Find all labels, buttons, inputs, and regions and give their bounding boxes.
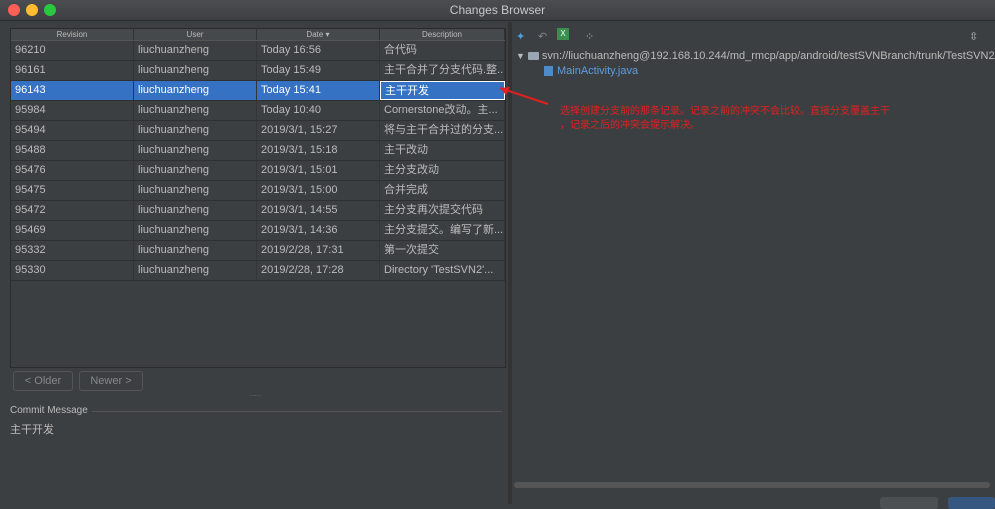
table-row[interactable]: 95332 liuchuanzheng 2019/2/28, 17:31 第一次提交 [11, 241, 505, 261]
cell-date: 2019/3/1, 15:27 [257, 121, 380, 140]
cell-description: 合代码 [380, 41, 505, 60]
folder-icon [527, 52, 539, 61]
cell-user: liuchuanzheng [134, 61, 257, 80]
table-row[interactable]: 96161 liuchuanzheng Today 15:49 主干合并了分支代码.整… [11, 61, 505, 81]
cell-revision: 95332 [11, 241, 134, 260]
cell-revision: 95476 [11, 161, 134, 180]
cell-user: liuchuanzheng [134, 101, 257, 120]
cell-description: 主干开发 [380, 81, 505, 100]
annotation-arrow [499, 87, 549, 105]
cell-description: 主分支再次提交代码 [380, 201, 505, 220]
table-row[interactable]: 96210 liuchuanzheng Today 16:56 合代码 [11, 41, 505, 61]
cell-date: 2019/3/1, 15:01 [257, 161, 380, 180]
cell-date: 2019/3/1, 14:55 [257, 201, 380, 220]
header-date[interactable]: Date ▾ [257, 29, 380, 40]
cell-description: 主分支改动 [380, 161, 505, 180]
cell-date: Today 15:49 [257, 61, 380, 80]
cell-description: 主干合并了分支代码.整... [380, 61, 505, 80]
cell-revision: 95488 [11, 141, 134, 160]
cell-revision: 96161 [11, 61, 134, 80]
window-title: Changes Browser [449, 3, 546, 17]
cell-revision: 96210 [11, 41, 134, 60]
cell-description: 第一次提交 [380, 241, 505, 260]
annotation-line-1: 选择创建分支前的那条记录。记录之前的冲突不会比较。直接分支覆盖主干 [560, 106, 890, 117]
cell-description: Cornerstone改动。主... [380, 101, 505, 120]
cell-description: 主分支提交。编写了新... [380, 221, 505, 240]
cell-revision: 95469 [11, 221, 134, 240]
commit-message-label: Commit Message [10, 405, 88, 416]
cell-revision: 96143 [11, 81, 134, 100]
table-row[interactable]: 95472 liuchuanzheng 2019/3/1, 14:55 主分支再次提交… [11, 201, 505, 221]
cell-date: 2019/2/28, 17:28 [257, 261, 380, 280]
commit-message-text: 主干开发 [10, 424, 54, 436]
cell-user: liuchuanzheng [134, 261, 257, 280]
split-grip[interactable]: ..... [250, 390, 264, 398]
horizontal-scrollbar[interactable] [514, 482, 990, 488]
tree-file-node[interactable]: MainActivity.java [544, 65, 638, 77]
cell-user: liuchuanzheng [134, 181, 257, 200]
title-bar: Changes Browser [0, 0, 995, 21]
excel-icon[interactable]: X [557, 28, 569, 40]
cell-revision: 95472 [11, 201, 134, 220]
chevron-down-icon[interactable]: ▼ [516, 51, 525, 61]
annotation-line-2: ，记录之后的冲突会提示解决。 [560, 120, 700, 131]
table-body: 96210 liuchuanzheng Today 16:56 合代码 96161 liu… [11, 41, 505, 281]
bottom-button-2[interactable] [948, 497, 995, 509]
cell-user: liuchuanzheng [134, 241, 257, 260]
table-row[interactable]: 95488 liuchuanzheng 2019/3/1, 15:18 主干改动 [11, 141, 505, 161]
cell-description: 主干改动 [380, 141, 505, 160]
table-row[interactable]: 95494 liuchuanzheng 2019/3/1, 15:27 将与主干合并过… [11, 121, 505, 141]
cell-date: Today 16:56 [257, 41, 380, 60]
cell-user: liuchuanzheng [134, 41, 257, 60]
cell-date: 2019/3/1, 15:00 [257, 181, 380, 200]
table-row[interactable]: 95476 liuchuanzheng 2019/3/1, 15:01 主分支改动 [11, 161, 505, 181]
table-row[interactable]: 96143 liuchuanzheng Today 15:41 主干开发 [11, 81, 505, 101]
cell-description: Directory 'TestSVN2'... [380, 261, 505, 280]
cell-revision: 95475 [11, 181, 134, 200]
cell-user: liuchuanzheng [134, 221, 257, 240]
java-file-icon [544, 66, 553, 77]
revisions-table: Revision User Date ▾ Description 96210 li… [10, 28, 506, 368]
cell-user: liuchuanzheng [134, 81, 257, 100]
tree-root-node[interactable]: ▼ svn://liuchuanzheng@192.168.10.244/md_r… [516, 50, 995, 62]
cell-user: liuchuanzheng [134, 121, 257, 140]
bottom-button-1[interactable] [880, 497, 938, 509]
header-user[interactable]: User [134, 29, 257, 40]
cell-description: 将与主干合并过的分支... [380, 121, 505, 140]
table-header: Revision User Date ▾ Description [11, 29, 505, 41]
diff-icon[interactable]: ✦ [516, 30, 525, 43]
header-revision[interactable]: Revision [11, 29, 134, 40]
cell-date: Today 10:40 [257, 101, 380, 120]
cell-date: Today 15:41 [257, 81, 380, 100]
cell-user: liuchuanzheng [134, 141, 257, 160]
table-row[interactable]: 95475 liuchuanzheng 2019/3/1, 15:00 合并完成 [11, 181, 505, 201]
older-button[interactable]: < Older [13, 371, 73, 391]
cell-date: 2019/3/1, 15:18 [257, 141, 380, 160]
table-row[interactable]: 95984 liuchuanzheng Today 10:40 Cornerstone… [11, 101, 505, 121]
commit-message-separator [92, 411, 502, 412]
table-row[interactable]: 95330 liuchuanzheng 2019/2/28, 17:28 Direc… [11, 261, 505, 281]
cell-user: liuchuanzheng [134, 161, 257, 180]
cell-user: liuchuanzheng [134, 201, 257, 220]
cell-date: 2019/3/1, 14:36 [257, 221, 380, 240]
cell-date: 2019/2/28, 17:31 [257, 241, 380, 260]
table-row[interactable]: 95469 liuchuanzheng 2019/3/1, 14:36 主分支提交。编… [11, 221, 505, 241]
cell-revision: 95330 [11, 261, 134, 280]
newer-button[interactable]: Newer > [79, 371, 143, 391]
cell-revision: 95494 [11, 121, 134, 140]
annotation-text: 选择创建分支前的那条记录。记录之前的冲突不会比较。直接分支覆盖主干 ，记录之后的… [560, 105, 980, 133]
expand-icon[interactable]: ⇳ [969, 30, 978, 43]
group-icon[interactable]: ⁘ [585, 30, 594, 43]
header-description[interactable]: Description [380, 29, 505, 40]
cell-description: 合并完成 [380, 181, 505, 200]
revert-icon[interactable]: ↶ [538, 30, 547, 43]
cell-revision: 95984 [11, 101, 134, 120]
tree-root-path: svn://liuchuanzheng@192.168.10.244/md_rm… [541, 50, 995, 62]
tree-file-name: MainActivity.java [557, 65, 639, 77]
